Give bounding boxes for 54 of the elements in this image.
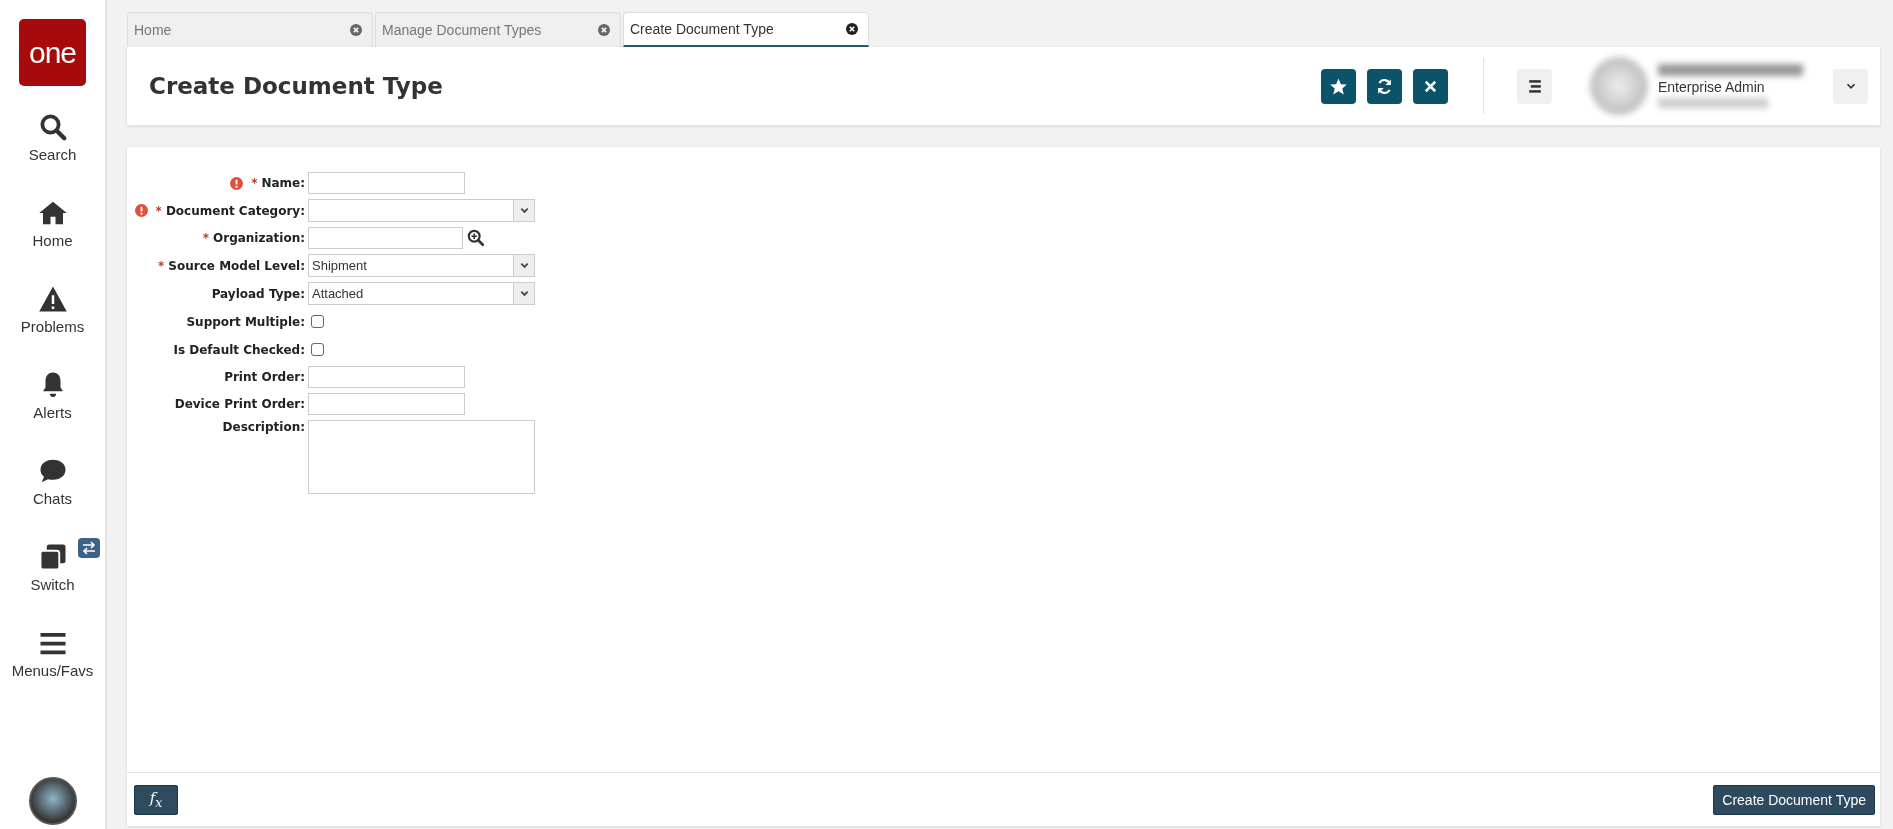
search-icon: [37, 112, 68, 142]
field-label: Source Model Level:: [168, 258, 305, 273]
input-field[interactable]: [308, 366, 465, 388]
field-label: Support Multiple:: [186, 314, 305, 329]
field-label: Document Category:: [165, 203, 305, 218]
user-avatar: [1590, 57, 1648, 115]
formula-button[interactable]: f$_{x}$: [134, 784, 178, 815]
chevron-down-icon: [518, 260, 530, 271]
required-marker: *: [251, 176, 258, 190]
refresh-button[interactable]: [1367, 68, 1402, 104]
sidebar-item[interactable]: Chats: [2, 456, 103, 516]
field-label: Description:: [222, 420, 305, 434]
swap-arrows-icon[interactable]: [77, 538, 100, 558]
tab[interactable]: Create Document Type: [623, 12, 869, 47]
refresh-icon: [1375, 76, 1394, 96]
field-label: Organization:: [213, 231, 305, 245]
required-marker: *: [158, 258, 165, 273]
avatar[interactable]: [28, 777, 77, 825]
warning-icon: [37, 284, 68, 314]
user-role: Enterprise Admin: [1658, 79, 1766, 95]
sidebar-item[interactable]: Alerts: [2, 370, 103, 430]
star-icon: [1329, 76, 1348, 96]
search-icon[interactable]: [467, 229, 485, 247]
required-marker: *: [202, 231, 209, 245]
checkbox[interactable]: [311, 315, 324, 328]
sidebar-item[interactable]: Menus/Favs: [2, 628, 103, 688]
close-icon[interactable]: [846, 23, 858, 35]
create-button[interactable]: Create Document Type: [1713, 784, 1875, 815]
dropdown-field[interactable]: Attached: [308, 282, 535, 305]
sidebar-item[interactable]: Switch: [2, 542, 103, 602]
field-label: Device Print Order:: [174, 397, 305, 411]
chevron-down-icon: [518, 288, 530, 299]
favorite-button[interactable]: [1321, 68, 1356, 104]
dropdown-field[interactable]: [308, 199, 535, 222]
field-label: Payload Type:: [211, 286, 305, 301]
page-title: Create Document Type: [149, 73, 444, 99]
sidebar-item[interactable]: Problems: [2, 284, 103, 344]
menu-button[interactable]: [1517, 68, 1552, 104]
sidebar-item[interactable]: Home: [2, 198, 103, 258]
field-label: Print Order:: [224, 370, 305, 384]
tab[interactable]: Home: [127, 12, 373, 47]
close-button[interactable]: [1413, 68, 1448, 104]
input-field[interactable]: [308, 393, 465, 415]
chevron-down-icon: [518, 205, 530, 216]
required-marker: *: [155, 203, 162, 218]
field-label: Name:: [261, 176, 305, 190]
input-field[interactable]: [308, 172, 465, 194]
logo[interactable]: one: [19, 19, 86, 86]
checkbox[interactable]: [311, 343, 324, 356]
dropdown-field[interactable]: Shipment: [308, 254, 535, 277]
tab[interactable]: Manage Document Types: [375, 12, 621, 47]
sidebar-item[interactable]: Search: [2, 112, 103, 172]
input-field[interactable]: [308, 227, 463, 249]
field-label: Is Default Checked:: [173, 342, 305, 357]
